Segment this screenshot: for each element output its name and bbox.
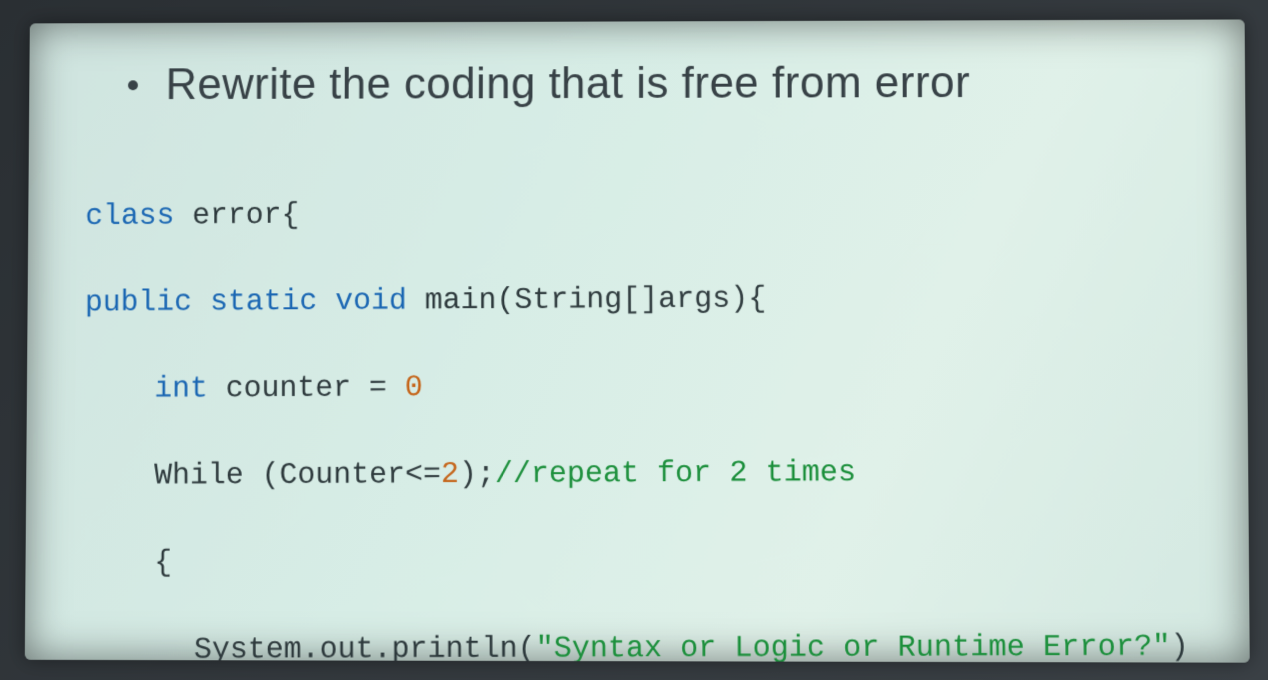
code-text: main(String[]args){ <box>407 282 767 318</box>
code-line: class error{ <box>85 188 1224 239</box>
code-text: { <box>154 546 172 580</box>
bullet-icon <box>128 80 138 90</box>
code-block: class error{ public static void main(Str… <box>83 144 1236 662</box>
number: 2 <box>441 458 459 492</box>
string: "Syntax or Logic or Runtime Error?" <box>536 630 1171 663</box>
code-line: public static void main(String[]args){ <box>85 275 1225 325</box>
code-text: System.out.println( <box>194 632 536 663</box>
slide-screen: Rewrite the coding that is free from err… <box>25 19 1250 662</box>
number: 0 <box>405 371 423 405</box>
code-line: int counter = 0 <box>85 362 1226 412</box>
slide-title: Rewrite the coding that is free from err… <box>128 57 1225 110</box>
code-text: counter = <box>208 371 405 406</box>
keyword: int <box>154 372 208 406</box>
keyword: public static void <box>85 284 407 320</box>
code-line: System.out.println("Syntax or Logic or R… <box>84 626 1229 663</box>
code-text: error{ <box>174 198 299 233</box>
comment: //repeat for 2 times <box>495 456 856 492</box>
code-text: ); <box>459 457 495 491</box>
code-line: { <box>85 538 1229 586</box>
keyword: class <box>85 199 174 233</box>
title-text: Rewrite the coding that is free from err… <box>165 58 970 110</box>
code-line: While (Counter<=2);//repeat for 2 times <box>85 450 1228 499</box>
code-text: ) <box>1170 630 1189 663</box>
code-text: While (Counter<= <box>154 458 441 493</box>
